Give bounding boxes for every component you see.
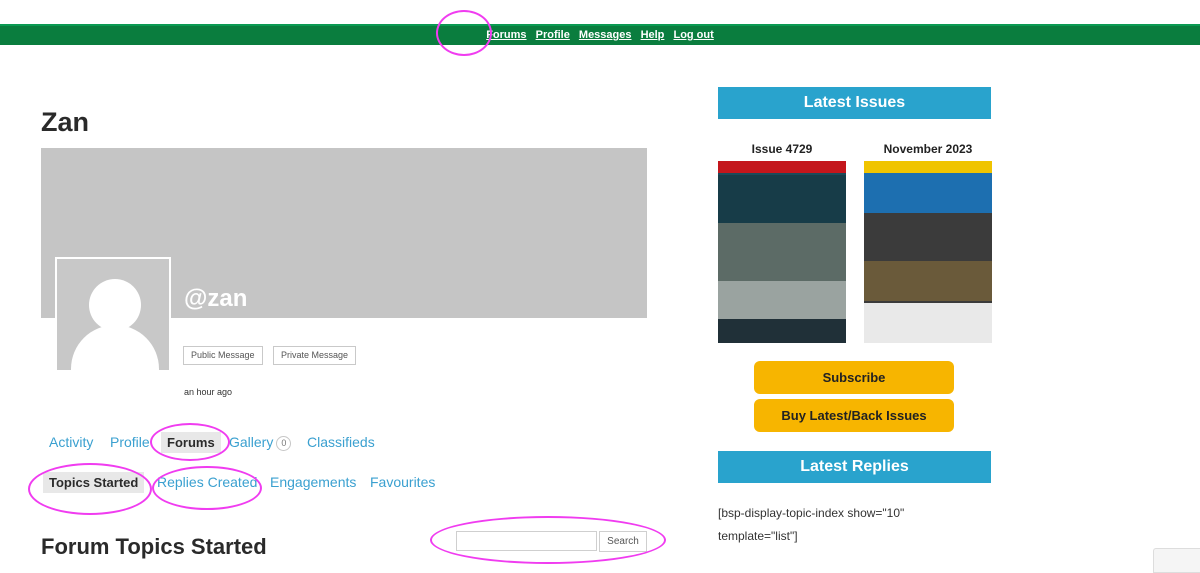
profile-handle: @zan [184, 285, 248, 312]
section-title: Forum Topics Started [41, 534, 267, 559]
tab-profile[interactable]: Profile [110, 434, 150, 450]
nav-logout-link[interactable]: Log out [673, 29, 713, 41]
last-active-text: an hour ago [184, 387, 233, 397]
subtab-replies-created[interactable]: Replies Created [157, 474, 257, 490]
top-nav: Forums Profile Messages Help Log out [0, 26, 1200, 45]
subscribe-button[interactable]: Subscribe [754, 361, 954, 394]
latest-replies-heading: Latest Replies [718, 451, 991, 483]
model-engineer-cover-image[interactable] [718, 161, 846, 343]
search-input[interactable] [456, 531, 597, 551]
latest-issues-heading: Latest Issues [718, 87, 991, 119]
tab-forums[interactable]: Forums [161, 432, 221, 453]
avatar-head-shape [89, 279, 141, 331]
workshop-cover-image[interactable] [864, 161, 992, 343]
nav-profile-link[interactable]: Profile [536, 29, 570, 41]
avatar-body-shape [71, 325, 159, 370]
tab-gallery-label: Gallery [229, 434, 274, 450]
nav-messages-link[interactable]: Messages [579, 29, 632, 41]
public-message-button[interactable]: Public Message [183, 346, 263, 365]
search-button[interactable]: Search [599, 531, 647, 552]
gallery-count-badge: 0 [276, 435, 292, 451]
tab-activity[interactable]: Activity [49, 434, 93, 450]
top-nav-bar: Forums Profile Messages Help Log out [0, 24, 1200, 45]
issue2-label: November 2023 [883, 142, 973, 156]
tab-gallery[interactable]: Gallery 0 [229, 434, 292, 451]
nav-help-link[interactable]: Help [641, 29, 665, 41]
buy-issues-button[interactable]: Buy Latest/Back Issues [754, 399, 954, 432]
issue1-label: Issue 4729 [751, 142, 813, 156]
subtab-engagements[interactable]: Engagements [270, 474, 356, 490]
subtab-topics-started[interactable]: Topics Started [43, 472, 145, 493]
latest-replies-shortcode-text: [bsp-display-topic-index show="10" templ… [718, 506, 905, 543]
recaptcha-badge[interactable] [1153, 548, 1200, 573]
subtab-favourites[interactable]: Favourites [370, 474, 435, 490]
nav-forums-link[interactable]: Forums [486, 29, 526, 41]
profile-display-name: Zan [41, 107, 90, 137]
avatar [55, 257, 171, 372]
tab-classifieds[interactable]: Classifieds [307, 434, 375, 450]
private-message-button[interactable]: Private Message [273, 346, 357, 365]
